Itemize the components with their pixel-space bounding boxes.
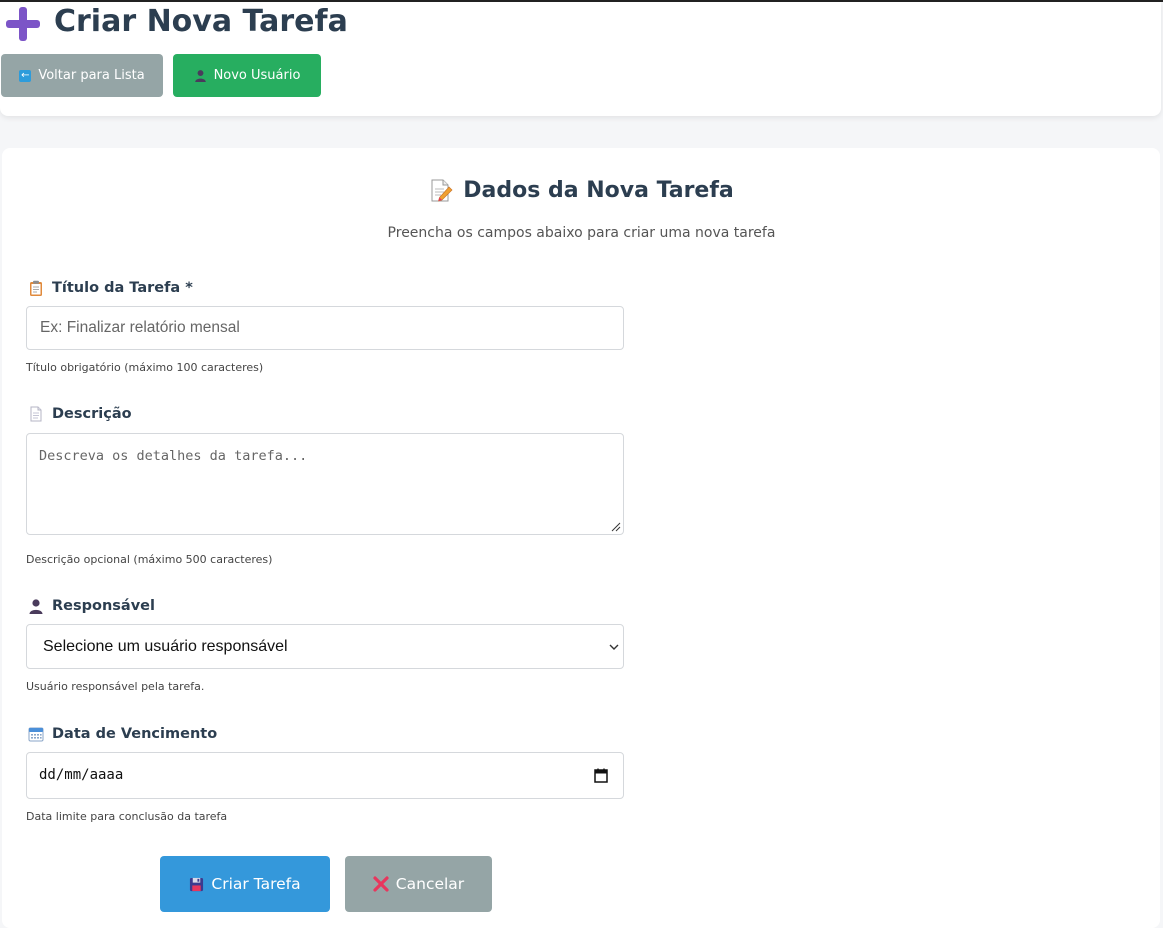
title-input-placeholder: Ex: Finalizar relatório mensal [40,319,240,336]
cancel-button[interactable]: Cancelar [345,856,492,912]
create-task-label: Criar Tarefa [211,875,301,893]
responsible-help-text: Usuário responsável pela tarefa. [26,680,205,693]
plus-icon [6,7,40,41]
description-help-text: Descrição opcional (máximo 500 caractere… [26,553,273,566]
document-icon [30,406,42,422]
title-input[interactable]: Ex: Finalizar relatório mensal [26,306,624,350]
cancel-label: Cancelar [395,875,465,893]
cross-mark-icon [373,876,389,892]
title-help-text: Título obrigatório (máximo 100 caractere… [26,361,264,374]
user-icon [194,70,206,82]
calendar-icon [28,727,44,742]
back-to-list-label: Voltar para Lista [38,68,145,83]
description-placeholder: Descreva os detalhes da tarefa... [39,448,308,464]
new-user-button[interactable]: Novo Usuário [173,54,321,97]
form-subtitle: Preencha os campos abaixo para criar uma… [387,225,776,241]
responsible-selected-value: Selecione um usuário responsável [43,638,288,655]
calendar-picker-icon[interactable] [594,768,608,783]
resize-handle-icon[interactable] [611,522,621,532]
chevron-down-icon [609,644,619,650]
due-date-field-label: Data de Vencimento [28,726,217,742]
clipboard-icon [30,280,42,296]
create-task-button[interactable]: Criar Tarefa [160,856,330,912]
due-date-placeholder: dd/mm/aaaa [39,767,124,783]
page-header: Criar Nova Tarefa ← Voltar para Lista No… [0,2,1161,116]
form-heading: Dados da Nova Tarefa [0,178,1163,203]
description-field-label: Descrição [28,406,132,422]
due-date-help-text: Data limite para conclusão da tarefa [26,810,228,823]
due-date-input[interactable]: dd/mm/aaaa [26,752,624,799]
form-heading-text: Dados da Nova Tarefa [463,178,734,203]
new-user-label: Novo Usuário [213,68,301,83]
description-textarea[interactable]: Descreva os detalhes da tarefa... [26,433,624,535]
floppy-disk-icon [190,877,204,891]
arrow-left-icon: ← [19,69,32,82]
memo-icon [431,179,453,202]
responsible-field-label: Responsável [28,598,155,614]
title-field-label: Título da Tarefa * [28,280,193,296]
page-title: Criar Nova Tarefa [54,4,348,39]
responsible-select[interactable]: Selecione um usuário responsável [26,624,624,669]
user-icon [29,599,43,614]
back-to-list-button[interactable]: ← Voltar para Lista [1,54,163,97]
